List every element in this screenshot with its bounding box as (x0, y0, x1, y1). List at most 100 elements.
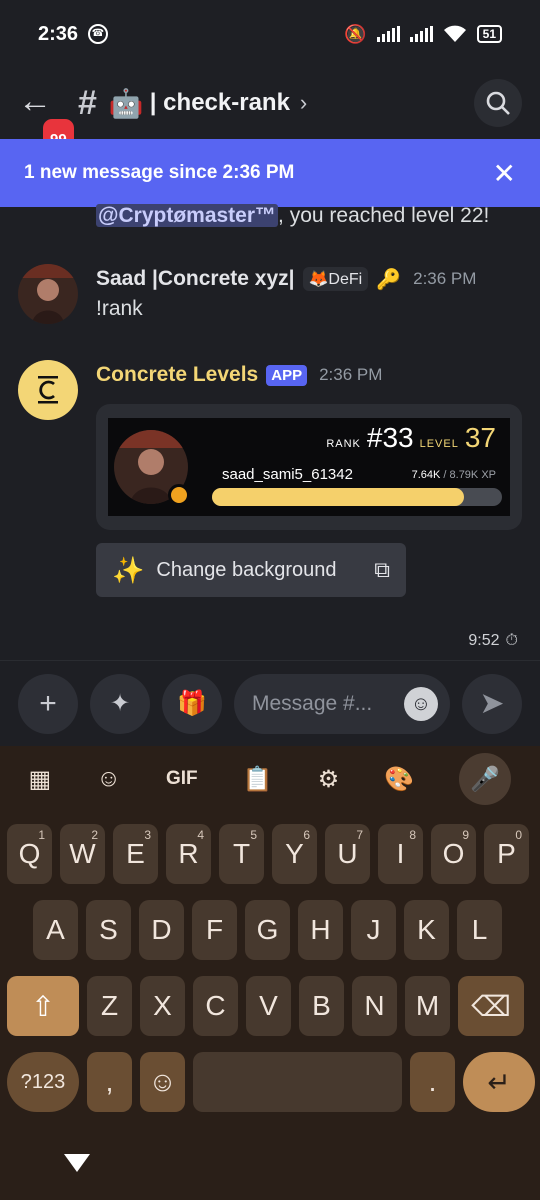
battery-icon: 51 (476, 25, 502, 43)
apps-button[interactable]: ✦ (90, 673, 150, 734)
key-a[interactable]: A (33, 900, 78, 960)
key-g[interactable]: G (245, 900, 290, 960)
key-u[interactable]: U7 (325, 824, 370, 884)
user-mention[interactable]: @Cryptømaster™ (96, 204, 279, 227)
stopwatch-icon: ⏱ (505, 632, 518, 649)
nav-back-icon[interactable] (64, 1154, 90, 1172)
search-button[interactable] (474, 79, 522, 127)
key-w[interactable]: W2 (60, 824, 105, 884)
key-n[interactable]: N (352, 976, 397, 1036)
send-icon: ➤ (479, 687, 505, 720)
search-icon (486, 91, 510, 115)
rank-value: #33 (366, 422, 414, 453)
robot-emoji-icon: 🤖 (108, 87, 144, 119)
sticker-icon[interactable]: ☺ (96, 765, 121, 793)
sparkles-icon: ✨ (112, 554, 145, 585)
enter-key[interactable]: ↵ (463, 1052, 535, 1112)
channel-header: ← 99 # 🤖 | check-rank › (0, 68, 540, 164)
key-j[interactable]: J (351, 900, 396, 960)
key-l[interactable]: L (457, 900, 502, 960)
key-x[interactable]: X (140, 976, 185, 1036)
key-i[interactable]: I8 (378, 824, 423, 884)
key-e[interactable]: E3 (113, 824, 158, 884)
rank-level-line: RANK #33 LEVEL 37 (326, 422, 496, 454)
apps-grid-icon[interactable]: ▦ (29, 765, 52, 794)
key-k[interactable]: K (404, 900, 449, 960)
signal-icon (376, 26, 400, 42)
message-text: !rank (96, 297, 143, 320)
status-time: 2:36 (38, 22, 79, 45)
backspace-icon: ⌫ (471, 990, 511, 1022)
bot-avatar[interactable] (18, 360, 78, 420)
plus-icon: + (39, 686, 57, 720)
level-value: 37 (464, 422, 496, 453)
xp-text: 7.64K / 8.79K XP (411, 469, 496, 481)
clock-time-text: 9:52 (468, 632, 500, 649)
avatar[interactable] (18, 264, 78, 324)
clipboard-icon[interactable]: 📋 (243, 765, 273, 794)
external-link-icon: ⧉ (374, 557, 390, 582)
key-o[interactable]: O9 (431, 824, 476, 884)
emoji-button-icon[interactable]: ☺ (404, 686, 438, 721)
symbols-key[interactable]: ?123 (7, 1052, 79, 1112)
key-y[interactable]: Y6 (272, 824, 317, 884)
xp-progress-fill (212, 488, 465, 506)
key-r[interactable]: R4 (166, 824, 211, 884)
key-t[interactable]: T5 (219, 824, 264, 884)
rank-card[interactable]: RANK #33 LEVEL 37 saad_sami5_61342 7.64K… (96, 404, 522, 530)
locked-channel-icon: # (78, 83, 97, 122)
back-button[interactable]: ← 99 (18, 81, 77, 164)
key-c[interactable]: C (193, 976, 238, 1036)
rank-username: saad_sami5_61342 (222, 466, 353, 483)
close-icon[interactable]: ✕ (493, 157, 516, 190)
username[interactable]: Saad |Concrete xyz| (96, 267, 295, 291)
comma-key[interactable]: , (87, 1052, 132, 1112)
mic-icon: 🎤 (470, 765, 501, 793)
channel-title[interactable]: | check-rank (150, 89, 290, 117)
key-q[interactable]: Q1 (7, 824, 52, 884)
keyboard: ▦ ☺ GIF 📋 ⚙ 🎨 🎤 (0, 746, 540, 1200)
key-s[interactable]: S (86, 900, 131, 960)
key-v[interactable]: V (246, 976, 291, 1036)
add-button[interactable]: + (18, 673, 78, 734)
app-badge: APP (266, 364, 308, 386)
role-tag: 🦊DeFi (302, 267, 369, 291)
new-messages-banner[interactable]: 1 new message since 2:36 PM ✕ (0, 139, 540, 207)
shift-icon: ⇧ (31, 990, 55, 1022)
key-m[interactable]: M (405, 976, 450, 1036)
settings-icon[interactable]: ⚙ (318, 765, 340, 794)
message-input[interactable]: Message #... ☺ (234, 673, 450, 734)
backspace-key[interactable]: ⌫ (458, 976, 524, 1036)
space-key[interactable] (193, 1052, 402, 1112)
message-composer: + ✦ 🎁 Message #... ☺ ➤ (0, 660, 540, 746)
bot-username[interactable]: Concrete Levels (96, 363, 258, 387)
shift-key[interactable]: ⇧ (7, 976, 79, 1036)
key-f[interactable]: F (192, 900, 237, 960)
change-background-button[interactable]: ✨ Change background ⧉ (96, 543, 406, 597)
key-b[interactable]: B (299, 976, 344, 1036)
whatsapp-icon: ☎ (88, 24, 109, 44)
mic-button[interactable]: 🎤 (459, 753, 512, 805)
key-d[interactable]: D (139, 900, 184, 960)
key-row-3: ⇧ Z X C V B N M ⌫ (7, 976, 524, 1036)
key-z[interactable]: Z (87, 976, 132, 1036)
change-background-label: Change background (156, 558, 337, 581)
key-p[interactable]: P0 (484, 824, 529, 884)
gif-button[interactable]: GIF (166, 768, 198, 790)
signal-icon-2 (409, 26, 433, 42)
chevron-right-icon[interactable]: › (300, 90, 307, 116)
key-h[interactable]: H (298, 900, 343, 960)
period-key[interactable]: . (410, 1052, 455, 1112)
emoji-key[interactable]: ☺ (140, 1052, 185, 1112)
send-button[interactable]: ➤ (462, 673, 522, 734)
xp-progress-bar (212, 488, 502, 506)
level-label: LEVEL (419, 438, 459, 450)
timestamp: 2:36 PM (413, 269, 477, 288)
message-placeholder: Message #... (252, 691, 373, 715)
palette-icon[interactable]: 🎨 (384, 765, 414, 794)
rank-card-image: RANK #33 LEVEL 37 saad_sami5_61342 7.64K… (108, 418, 510, 516)
level-up-text: , you reached level 22! (278, 204, 490, 227)
apps-icon: ✦ (109, 690, 131, 717)
key-row-2: A S D F G H J K L (33, 900, 502, 960)
gift-button[interactable]: 🎁 (162, 673, 222, 734)
